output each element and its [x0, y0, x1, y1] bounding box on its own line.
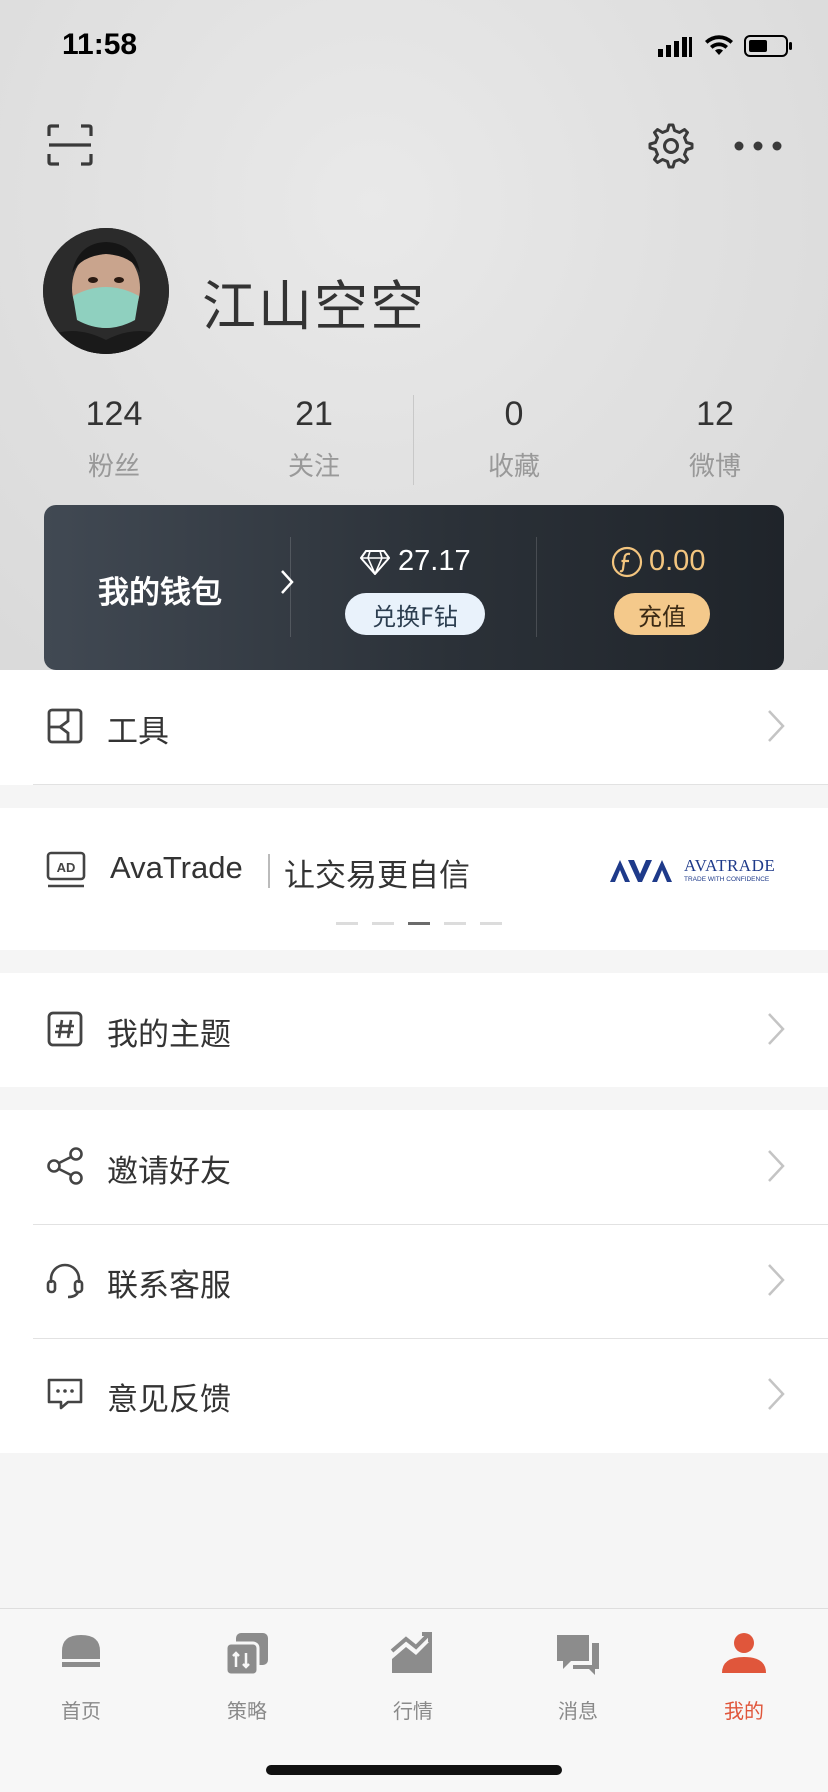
stat-posts-label: 微博	[688, 452, 741, 482]
menu-item-invite-friends-label: 邀请好友	[107, 1154, 231, 1190]
stat-posts[interactable]: 12 微博	[635, 395, 795, 483]
menu-item-my-topics[interactable]: 我的主题	[0, 973, 828, 1087]
ad-logo: AVATRADE TRADE WITH CONFIDENCE	[610, 852, 785, 892]
profile-icon	[722, 1633, 766, 1673]
diamond-balance: 27.17	[360, 545, 471, 578]
chevron-right-icon[interactable]	[280, 569, 294, 595]
menu-item-tools-label: 工具	[107, 714, 169, 750]
chevron-right-icon	[768, 1264, 785, 1296]
username[interactable]: 江山空空	[202, 262, 426, 341]
stat-fans[interactable]: 124 粉丝	[34, 395, 194, 483]
carousel-dot-active[interactable]	[408, 922, 430, 925]
tab-message-label: 消息	[558, 1699, 598, 1723]
settings-gear-icon[interactable]	[648, 123, 694, 169]
share-icon	[47, 1147, 83, 1185]
home-icon	[62, 1635, 100, 1667]
carousel-dot[interactable]	[480, 922, 502, 925]
status-time: 11:58	[62, 28, 138, 61]
stat-fans-value: 124	[85, 395, 143, 433]
wallet-card: 我的钱包 27.17 兑换F钻 0.00 充值	[44, 505, 784, 670]
feedback-icon	[47, 1378, 83, 1410]
stat-following-value: 21	[295, 395, 333, 433]
wallet-separator	[536, 537, 537, 637]
profile-stats: 124 粉丝 21 关注 0 收藏 12 微博	[0, 395, 828, 495]
diamond-value: 27.17	[398, 545, 471, 577]
tab-profile-label: 我的	[724, 1699, 764, 1723]
menu-item-tools[interactable]: 工具	[0, 670, 828, 784]
svg-text:AD: AD	[57, 860, 76, 875]
tab-strategy[interactable]: 策略	[187, 1629, 307, 1724]
status-bar: 11:58	[0, 0, 828, 100]
chevron-right-icon	[768, 710, 785, 742]
ad-slogan: 让交易更自信	[284, 858, 470, 894]
stat-following[interactable]: 21 关注	[234, 395, 394, 483]
menu-item-invite-friends[interactable]: 邀请好友	[0, 1110, 828, 1224]
stat-divider	[413, 395, 414, 485]
coin-icon	[611, 546, 643, 577]
tools-icon	[47, 708, 83, 744]
stat-favorites-label: 收藏	[487, 452, 540, 482]
wifi-icon	[705, 35, 733, 55]
signal-icon	[658, 37, 692, 57]
menu-item-my-topics-label: 我的主题	[107, 1017, 231, 1053]
wallet-title[interactable]: 我的钱包	[98, 567, 222, 612]
carousel-dot[interactable]	[444, 922, 466, 925]
headset-icon	[46, 1263, 84, 1299]
status-icons	[658, 34, 794, 58]
tools-section: 工具	[0, 670, 828, 785]
stat-posts-value: 12	[696, 395, 734, 433]
message-icon	[557, 1635, 599, 1675]
wallet-separator	[290, 537, 291, 637]
tab-market-label: 行情	[393, 1699, 433, 1723]
service-section: 邀请好友 联系客服 意见反馈	[0, 1110, 828, 1453]
carousel-dot[interactable]	[372, 922, 394, 925]
battery-icon	[744, 35, 792, 57]
diamond-icon	[360, 549, 390, 575]
chevron-right-icon	[768, 1378, 785, 1410]
home-indicator[interactable]	[266, 1765, 562, 1775]
topics-section: 我的主题	[0, 973, 828, 1087]
tab-profile[interactable]: 我的	[684, 1629, 804, 1724]
avatrade-logo-icon	[610, 860, 672, 882]
divider	[33, 784, 828, 785]
carousel-dots	[336, 922, 502, 925]
menu-item-contact-service[interactable]: 联系客服	[0, 1224, 828, 1338]
chevron-right-icon	[768, 1150, 785, 1182]
tab-market[interactable]: 行情	[353, 1629, 473, 1724]
carousel-dot[interactable]	[336, 922, 358, 925]
stat-favorites-value: 0	[504, 395, 524, 433]
menu-item-feedback-label: 意见反馈	[107, 1382, 231, 1418]
exchange-button[interactable]: 兑换F钻	[345, 593, 485, 635]
stat-fans-label: 粉丝	[87, 452, 140, 482]
market-icon	[390, 1632, 432, 1673]
avatar-image	[43, 228, 169, 354]
scan-icon[interactable]	[47, 124, 93, 166]
tab-strategy-label: 策略	[227, 1699, 267, 1723]
tab-home-label: 首页	[61, 1699, 101, 1723]
stat-favorites[interactable]: 0 收藏	[434, 395, 594, 483]
ad-separator	[268, 854, 270, 888]
menu-item-contact-service-label: 联系客服	[107, 1268, 231, 1304]
avatrade-logo-text: AVATRADE	[684, 856, 776, 875]
ad-icon: AD	[46, 851, 86, 888]
more-icon[interactable]	[733, 139, 783, 153]
ad-brand: AvaTrade	[110, 850, 243, 885]
recharge-button[interactable]: 充值	[614, 593, 710, 635]
chevron-right-icon	[768, 1013, 785, 1045]
avatrade-logo-subtext: TRADE WITH CONFIDENCE	[684, 876, 770, 883]
tab-home[interactable]: 首页	[21, 1629, 141, 1724]
strategy-icon	[224, 1633, 268, 1677]
coin-value: 0.00	[649, 545, 706, 577]
avatar[interactable]	[43, 228, 169, 354]
stat-following-label: 关注	[287, 452, 340, 482]
ad-banner-section[interactable]: AD AvaTrade 让交易更自信 AVATRADE TRADE WITH C…	[0, 808, 828, 950]
menu-item-feedback[interactable]: 意见反馈	[0, 1338, 828, 1452]
coin-balance: 0.00	[611, 545, 705, 578]
hashtag-icon	[47, 1011, 83, 1047]
tab-message[interactable]: 消息	[518, 1629, 638, 1724]
